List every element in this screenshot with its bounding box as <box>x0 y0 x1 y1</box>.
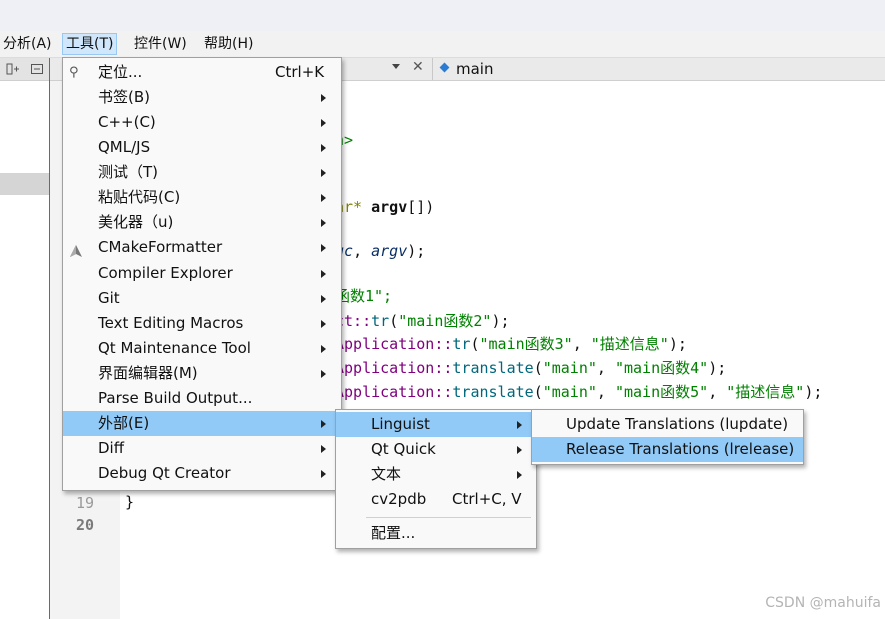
watermark: CSDN @mahuifa <box>765 595 881 611</box>
menu-item-ui-editor[interactable]: 界面编辑器(M) <box>63 361 341 386</box>
submenu-arrow-icon <box>321 470 326 478</box>
menu-item-locate[interactable]: 定位... Ctrl+K <box>63 60 341 85</box>
left-sidebar-selected-item[interactable] <box>0 173 49 195</box>
menu-item-text-editing-macros[interactable]: Text Editing Macros <box>63 311 341 336</box>
menu-item-compiler-explorer[interactable]: Compiler Explorer <box>63 261 341 286</box>
submenu-arrow-icon <box>321 270 326 278</box>
menu-tools[interactable]: 工具(T) <box>62 33 118 55</box>
submenu-arrow-icon <box>321 320 326 328</box>
left-sidebar <box>0 58 50 619</box>
submenu-arrow-icon <box>517 421 522 429</box>
line-number-current: 20 <box>75 516 94 534</box>
tools-menu: ⚲ 定位... Ctrl+K 书签(B) C++(C) QML/JS 测试（T)… <box>62 57 342 491</box>
submenu-arrow-icon <box>321 194 326 202</box>
code-line: Application::tr("main函数3", "描述信息"); <box>335 335 687 353</box>
code-line: ct::tr("main函数2"); <box>335 312 510 330</box>
menu-help[interactable]: 帮助(H) <box>201 34 256 54</box>
menu-item-diff[interactable]: Diff <box>63 436 341 461</box>
line-number: 19 <box>75 494 94 512</box>
external-submenu: Linguist Qt Quick 文本 cv2pdb Ctrl+C, V 配置… <box>335 409 537 549</box>
linguist-submenu: Update Translations (lupdate) Release Tr… <box>531 409 804 465</box>
submenu-arrow-icon <box>321 219 326 227</box>
submenu-arrow-icon <box>321 94 326 102</box>
menu-item-debug-qt-creator[interactable]: Debug Qt Creator <box>63 461 341 486</box>
menu-item-qmljs[interactable]: QML/JS <box>63 135 341 160</box>
code-line: gc, argv); <box>335 242 426 260</box>
code-line: ar* argv[]) <box>335 198 435 216</box>
menu-controls[interactable]: 控件(W) <box>131 34 190 54</box>
submenu-arrow-icon <box>321 295 326 303</box>
menu-item-beautifier[interactable]: 美化器（u) <box>63 210 341 235</box>
title-area <box>0 0 885 31</box>
submenu-arrow-icon <box>321 345 326 353</box>
submenu-arrow-icon <box>321 445 326 453</box>
menu-item-configure[interactable]: 配置... <box>336 521 536 546</box>
menu-item-paste-code[interactable]: 粘贴代码(C) <box>63 185 341 210</box>
submenu-arrow-icon <box>517 471 522 479</box>
tab-filename[interactable]: main <box>456 60 493 78</box>
menu-item-release-translations[interactable]: Release Translations (lrelease) <box>532 437 803 462</box>
code-line: Application::translate("main", "main函数5"… <box>335 383 823 401</box>
submenu-arrow-icon <box>321 119 326 127</box>
menu-item-cpp[interactable]: C++(C) <box>63 110 341 135</box>
menu-separator <box>366 517 531 518</box>
tab-divider <box>432 58 433 80</box>
submenu-arrow-icon <box>321 420 326 428</box>
menu-item-update-translations[interactable]: Update Translations (lupdate) <box>532 412 803 437</box>
menu-item-qt-quick[interactable]: Qt Quick <box>336 437 536 462</box>
menu-item-git[interactable]: Git <box>63 286 341 311</box>
tab-dropdown-icon[interactable] <box>392 64 400 69</box>
menu-item-cv2pdb[interactable]: cv2pdb Ctrl+C, V <box>336 487 536 512</box>
collapse-icon[interactable] <box>30 62 44 76</box>
menu-item-linguist[interactable]: Linguist <box>336 412 536 437</box>
menu-item-test[interactable]: 测试（T) <box>63 160 341 185</box>
menu-item-text[interactable]: 文本 <box>336 462 536 487</box>
menu-item-cmakeformatter[interactable]: CMakeFormatter <box>63 235 341 260</box>
menu-item-qt-maintenance-tool[interactable]: Qt Maintenance Tool <box>63 336 341 361</box>
submenu-arrow-icon <box>517 446 522 454</box>
submenu-arrow-icon <box>321 144 326 152</box>
menu-item-bookmarks[interactable]: 书签(B) <box>63 85 341 110</box>
menu-item-parse-build-output[interactable]: Parse Build Output... <box>63 386 341 411</box>
code-line: 函数1"; <box>335 287 393 305</box>
submenu-arrow-icon <box>321 370 326 378</box>
code-line: Application::translate("main", "main函数4"… <box>335 359 727 377</box>
submenu-arrow-icon <box>321 169 326 177</box>
menu-analyze[interactable]: 分析(A) <box>0 34 55 54</box>
menu-item-external[interactable]: 外部(E) <box>63 411 341 436</box>
close-icon[interactable]: ✕ <box>412 59 424 75</box>
cpp-file-icon <box>439 62 450 73</box>
cmake-icon <box>69 241 83 257</box>
split-icon[interactable] <box>6 62 20 76</box>
submenu-arrow-icon <box>321 244 326 252</box>
menu-bar: 分析(A) 工具(T) 控件(W) 帮助(H) <box>0 31 885 58</box>
code-line: } <box>125 493 135 511</box>
